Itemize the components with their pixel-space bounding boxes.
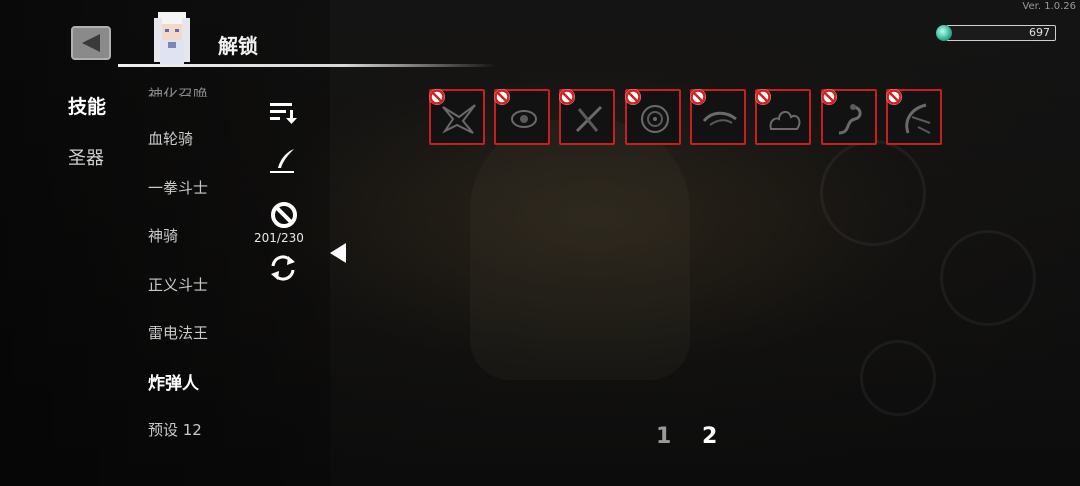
locked-badge-icon	[494, 89, 510, 105]
skill-slot[interactable]	[821, 89, 877, 145]
locked-badge-icon	[690, 89, 706, 105]
ban-icon[interactable]	[269, 200, 299, 230]
skill-slot[interactable]	[625, 89, 681, 145]
collapse-panel-arrow-icon[interactable]	[330, 243, 346, 263]
refresh-icon[interactable]	[268, 253, 298, 283]
class-item[interactable]: 神骑	[148, 225, 178, 246]
currency-value: 697	[1029, 26, 1050, 39]
tab-skills[interactable]: 技能	[68, 92, 106, 119]
background-circle	[820, 140, 926, 246]
locked-badge-icon	[821, 89, 837, 105]
class-item[interactable]: 正义斗士	[148, 274, 208, 295]
class-item-selected[interactable]: 炸弹人	[148, 369, 199, 394]
character-avatar	[154, 12, 190, 64]
back-arrow-icon	[82, 34, 100, 52]
currency-display: 697	[936, 24, 1058, 42]
background-circle	[860, 340, 936, 416]
page-button-2-current[interactable]: 2	[702, 424, 717, 449]
class-item[interactable]: 雷电法王	[148, 322, 208, 343]
class-item[interactable]: 预设 12	[148, 419, 202, 440]
page-title: 解锁	[218, 34, 258, 58]
skill-slot[interactable]	[494, 89, 550, 145]
version-label: Ver. 1.0.26	[1022, 1, 1076, 12]
header-underline	[118, 64, 496, 67]
quill-icon[interactable]	[268, 146, 298, 176]
skill-slot[interactable]	[690, 89, 746, 145]
locked-badge-icon	[886, 89, 902, 105]
gem-icon	[936, 25, 952, 41]
skill-slot[interactable]	[559, 89, 615, 145]
locked-badge-icon	[625, 89, 641, 105]
tab-relics[interactable]: 圣器	[68, 144, 104, 170]
class-item[interactable]: 一拳斗士	[148, 177, 208, 198]
back-button[interactable]	[71, 26, 111, 60]
skill-slot[interactable]	[755, 89, 811, 145]
locked-badge-icon	[429, 89, 445, 105]
locked-badge-icon	[755, 89, 771, 105]
sort-icon[interactable]	[268, 98, 298, 128]
skill-slot[interactable]	[886, 89, 942, 145]
background-character-silhouette	[470, 120, 690, 380]
ban-counter: 201/230	[254, 231, 304, 245]
class-item[interactable]: 血轮骑	[148, 128, 193, 149]
background-circle	[940, 230, 1036, 326]
page-button-1[interactable]: 1	[656, 424, 671, 449]
locked-badge-icon	[559, 89, 575, 105]
skill-slot[interactable]	[429, 89, 485, 145]
